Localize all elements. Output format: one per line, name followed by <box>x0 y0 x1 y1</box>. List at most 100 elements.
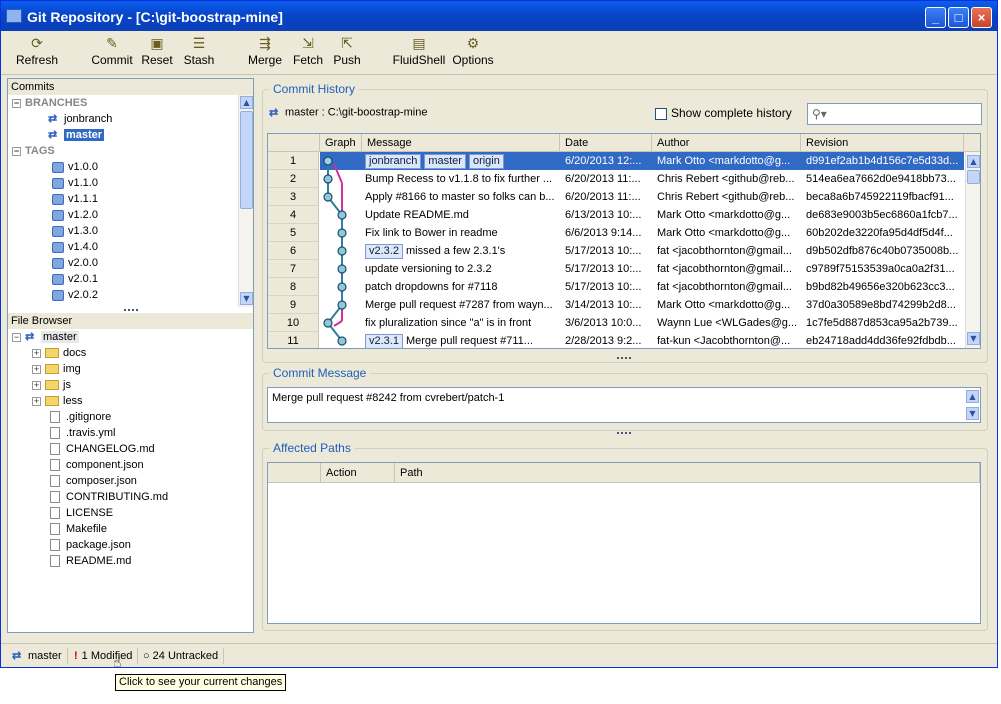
scroll-down-arrow[interactable]: ▼ <box>966 407 979 420</box>
status-branch[interactable]: ⇄ master <box>7 648 68 664</box>
expand-icon[interactable]: + <box>32 396 41 406</box>
minimize-button[interactable]: _ <box>925 7 946 28</box>
table-row[interactable]: 4 Update README.md 6/13/2013 10:... Mark Ot… <box>268 206 965 224</box>
file-item[interactable]: CONTRIBUTING.md <box>50 489 168 505</box>
fluidshell-button[interactable]: ▤ FluidShell <box>391 33 447 67</box>
scroll-down-arrow[interactable]: ▼ <box>240 292 253 305</box>
scroll-down-arrow[interactable]: ▼ <box>967 332 980 345</box>
splitter-handle[interactable] <box>617 432 631 436</box>
tag-item[interactable]: v1.1.0 <box>52 175 98 191</box>
folder-item[interactable]: + img <box>32 361 81 377</box>
commit-node[interactable] <box>323 174 333 184</box>
tag-item[interactable]: v1.1.1 <box>52 191 98 207</box>
author-cell: fat <jacobthornton@gmail... <box>657 245 792 257</box>
column-header-author[interactable]: Author <box>652 134 801 152</box>
column-header-action[interactable]: Action <box>321 463 395 483</box>
splitter-handle[interactable] <box>617 357 631 361</box>
tag-item[interactable]: v1.4.0 <box>52 239 98 255</box>
column-header-message[interactable]: Message <box>362 134 560 152</box>
column-header-path[interactable]: Path <box>395 463 980 483</box>
expand-icon[interactable]: + <box>32 364 41 374</box>
close-button[interactable]: × <box>971 7 992 28</box>
column-header-revision[interactable]: Revision <box>801 134 964 152</box>
reset-button[interactable]: ▣ Reset <box>137 33 177 67</box>
file-item[interactable]: Makefile <box>50 521 107 537</box>
folder-item[interactable]: + less <box>32 393 83 409</box>
commit-button[interactable]: ✎ Commit <box>89 33 135 67</box>
title-bar[interactable]: Git Repository - [C:\git-boostrap-mine] … <box>1 1 997 31</box>
file-item[interactable]: LICENSE <box>50 505 113 521</box>
tag-item[interactable]: v2.0.0 <box>52 255 98 271</box>
file-item[interactable]: CHANGELOG.md <box>50 441 155 457</box>
merge-button[interactable]: ⇶ Merge <box>245 33 285 67</box>
file-item[interactable]: .travis.yml <box>50 425 116 441</box>
table-row[interactable]: 8 patch dropdowns for #7118 5/17/2013 10:.… <box>268 278 965 296</box>
file-tree-root[interactable]: − ⇄ master <box>12 329 79 345</box>
push-button[interactable]: ⇱ Push <box>329 33 365 67</box>
table-row[interactable]: 11 v2.3.1 Merge pull request #711... 2/28/2… <box>268 332 965 348</box>
tags-group[interactable]: − TAGS <box>12 143 55 159</box>
stash-button[interactable]: ☰ Stash <box>179 33 219 67</box>
expand-icon[interactable]: + <box>32 348 41 358</box>
history-search-input[interactable]: ⚲▾ <box>807 103 982 125</box>
file-item[interactable]: README.md <box>50 553 131 569</box>
branches-group[interactable]: − BRANCHES <box>12 95 87 111</box>
branch-item-jonbranch[interactable]: ⇄ jonbranch <box>48 111 112 127</box>
table-row[interactable]: 2 Bump Recess to v1.1.8 to fix further ..… <box>268 170 965 188</box>
scroll-thumb[interactable] <box>240 111 253 209</box>
show-complete-history-checkbox[interactable] <box>655 107 667 120</box>
table-row[interactable]: 3 Apply #8166 to master so folks can b...… <box>268 188 965 206</box>
message-cell: v2.3.1 Merge pull request #711... <box>362 332 560 348</box>
options-button[interactable]: ⚙ Options <box>451 33 495 67</box>
table-row[interactable]: 9 Merge pull request #7287 from wayn... 3/… <box>268 296 965 314</box>
commit-message-text[interactable]: Merge pull request #8242 from cvrebert/p… <box>267 387 981 423</box>
file-item[interactable]: component.json <box>50 457 144 473</box>
table-row[interactable]: 10 fix pluralization since "a" is in fron… <box>268 314 965 332</box>
commit-node[interactable] <box>337 210 347 220</box>
history-scrollbar[interactable]: ▲ ▼ <box>965 152 980 348</box>
tag-item[interactable]: v1.2.0 <box>52 207 98 223</box>
status-untracked[interactable]: ○ 24 Untracked <box>138 648 225 664</box>
tag-item[interactable]: v1.3.0 <box>52 223 98 239</box>
status-modified[interactable]: ! 1 Modified <box>69 648 139 664</box>
table-row[interactable]: 6 v2.3.2 missed a few 2.3.1's 5/17/2013 10:… <box>268 242 965 260</box>
commit-node[interactable] <box>323 192 333 202</box>
table-row[interactable]: 5 Fix link to Bower in readme 6/6/2013 9:1… <box>268 224 965 242</box>
commit-node[interactable] <box>337 246 347 256</box>
scroll-up-arrow[interactable]: ▲ <box>240 96 253 109</box>
tag-item[interactable]: v2.0.2 <box>52 287 98 303</box>
commit-node[interactable] <box>337 264 347 274</box>
table-row[interactable]: 1 jonbranch master origin 6/20/2013 12:... Ma… <box>268 152 965 170</box>
collapse-icon[interactable]: − <box>12 98 21 108</box>
folder-item[interactable]: + js <box>32 377 71 393</box>
show-complete-history[interactable]: Show complete history <box>655 106 792 120</box>
column-header-graph[interactable]: Graph <box>320 134 362 152</box>
commit-node[interactable] <box>337 336 347 346</box>
commit-node[interactable] <box>337 228 347 238</box>
scroll-thumb[interactable] <box>967 170 980 184</box>
file-item[interactable]: package.json <box>50 537 131 553</box>
collapse-icon[interactable]: − <box>12 332 21 342</box>
commits-scrollbar[interactable]: ▲ ▼ <box>238 95 253 307</box>
tag-item[interactable]: v2.0.1 <box>52 271 98 287</box>
maximize-button[interactable]: □ <box>948 7 969 28</box>
tag-item[interactable]: v1.0.0 <box>52 159 98 175</box>
fetch-button[interactable]: ⇲ Fetch <box>289 33 327 67</box>
folder-item[interactable]: + docs <box>32 345 86 361</box>
tag-label: v1.3.0 <box>68 225 98 237</box>
commit-node[interactable] <box>323 156 333 166</box>
merge-label: Merge <box>247 53 282 67</box>
table-row[interactable]: 7 update versioning to 2.3.2 5/17/2013 10:… <box>268 260 965 278</box>
scroll-up-arrow[interactable]: ▲ <box>966 390 979 403</box>
expand-icon[interactable]: + <box>32 380 41 390</box>
commit-node[interactable] <box>323 318 333 328</box>
commit-node[interactable] <box>337 282 347 292</box>
file-item[interactable]: .gitignore <box>50 409 111 425</box>
file-item[interactable]: composer.json <box>50 473 137 489</box>
branch-item-master[interactable]: ⇄ master <box>48 127 105 143</box>
scroll-up-arrow[interactable]: ▲ <box>967 155 980 168</box>
collapse-icon[interactable]: − <box>12 146 21 156</box>
commit-node[interactable] <box>337 300 347 310</box>
refresh-button[interactable]: ⟳ Refresh <box>11 33 63 67</box>
column-header-date[interactable]: Date <box>560 134 652 152</box>
